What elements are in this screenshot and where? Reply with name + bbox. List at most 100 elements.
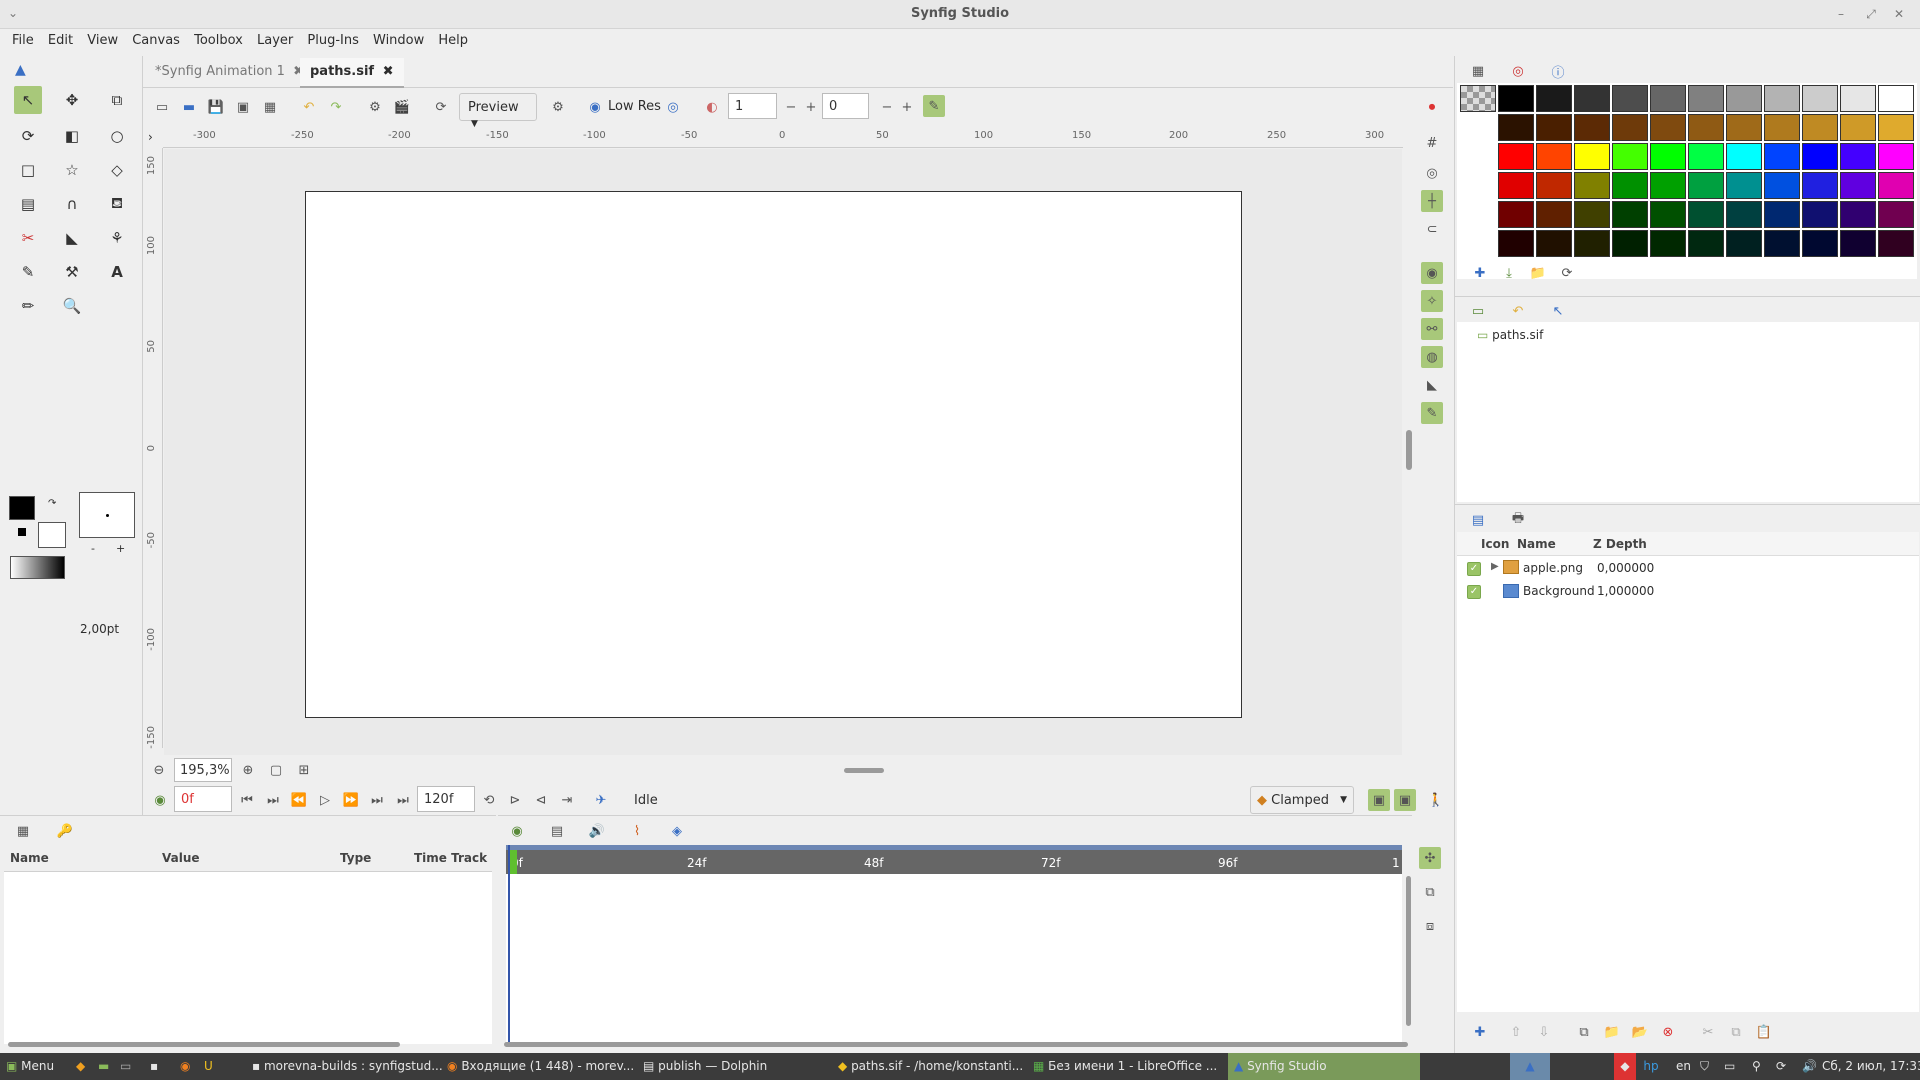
taskbar-item-editor[interactable]: ◆ paths.sif - /home/konstanti... [838,1053,1028,1080]
layer-name[interactable]: apple.png [1523,561,1583,575]
seek-end-icon[interactable]: ⏭ [392,789,414,811]
layer-row-background[interactable]: ✓ Background 1,000000 [1457,581,1919,603]
palette-swatch[interactable] [1840,230,1876,257]
brush-tool-icon[interactable]: ✏ [14,292,42,320]
palette-swatch[interactable] [1536,143,1572,170]
graphs-tab-icon[interactable]: ⌇ [626,820,648,842]
angle-handles-icon[interactable]: ✎ [1421,402,1443,424]
copy-layer-icon[interactable]: ⧉ [1725,1021,1747,1043]
palette-swatch[interactable] [1764,143,1800,170]
brush-size-decrease[interactable]: - [91,542,95,555]
low-res-label[interactable]: Low Res [608,99,661,114]
rectangle-tool-icon[interactable]: □ [14,156,42,184]
undo-icon[interactable]: ↶ [298,96,320,118]
skeleton-tool-icon[interactable]: ⚘ [103,224,131,252]
selection-tab-icon[interactable]: ↖ [1547,300,1569,322]
palette-swatch[interactable] [1536,201,1572,228]
future-decrease-button[interactable]: − [876,96,898,118]
prev-frame-icon[interactable]: ⏪ [288,789,310,811]
mirror-tool-icon[interactable]: ◧ [58,122,86,150]
tab-paths-sif[interactable]: paths.sif ✖ [300,58,404,88]
palette-swatch[interactable] [1536,230,1572,257]
palette-swatch[interactable] [1726,114,1762,141]
guides-icon[interactable]: ┼ [1421,190,1443,212]
palette-swatch[interactable] [1612,201,1648,228]
palette-swatch[interactable] [1840,172,1876,199]
scale-keys-icon[interactable]: ⧈ [1419,915,1441,937]
taskbar-item-libreoffice[interactable]: ▦ Без имени 1 - LibreOffice ... [1033,1053,1223,1080]
fill-tool-icon[interactable]: ⛾ [103,190,131,218]
menu-view[interactable]: View [82,29,123,48]
eyedropper-tool-icon[interactable]: ✎ [14,258,42,286]
brush-size-increase[interactable]: + [116,542,125,555]
menu-layer[interactable]: Layer [252,29,298,48]
palette-swatch[interactable] [1764,230,1800,257]
palette-swatch[interactable] [1650,85,1686,112]
brush-size-preview[interactable] [79,492,135,538]
tray-window-icon[interactable]: ▭ [1724,1053,1744,1080]
zoom-in-icon[interactable]: ⊕ [237,759,259,781]
taskbar-item-terminal[interactable]: ▪ morevna-builds : synfigstud... [252,1053,442,1080]
palette-swatch[interactable] [1536,172,1572,199]
render-icon[interactable]: 🎬 [391,96,413,118]
files-launcher-icon[interactable]: ▬ [98,1053,116,1080]
menu-edit[interactable]: Edit [43,29,78,48]
menu-window[interactable]: Window [368,29,429,48]
layers-tab-icon[interactable]: ▤ [1467,509,1489,531]
palette-swatch[interactable] [1574,114,1610,141]
col-layer-name[interactable]: Name [1517,537,1556,551]
palette-swatch[interactable] [1612,114,1648,141]
palette-swatch[interactable] [1612,143,1648,170]
col-icon[interactable]: Icon [1481,537,1509,551]
tray-volume-icon[interactable]: 🔊 [1802,1053,1822,1080]
palette-swatch[interactable] [1574,230,1610,257]
group-layer-button-icon[interactable]: 📁 [1601,1021,1623,1043]
vertical-scrollbar[interactable] [1406,430,1412,470]
transparent-swatch[interactable] [1460,85,1496,112]
timetrack-body[interactable] [506,874,1402,1044]
tab-synfig-animation-1[interactable]: *Synfig Animation 1 ✖ [155,64,304,79]
cutout-tool-icon[interactable]: ✂ [14,224,42,252]
smooth-move-tool-icon[interactable]: ✥ [58,86,86,114]
time-ruler[interactable]: 0f 24f 48f 72f 96f 1 [506,845,1402,874]
menu-help[interactable]: Help [433,29,473,48]
palette-swatch[interactable] [1878,201,1914,228]
palette-swatch[interactable] [1878,85,1914,112]
palette-swatch[interactable] [1764,114,1800,141]
palette-swatch[interactable] [1536,85,1572,112]
zoom-tool-icon[interactable]: 🔍 [58,292,86,320]
record-icon[interactable]: ⏺ [1421,96,1443,118]
palette-swatch[interactable] [1764,201,1800,228]
quality-icon[interactable]: ◎ [662,96,684,118]
taskbar-item-synfig[interactable]: ▲ Synfig Studio [1228,1053,1420,1080]
animation-mode-icon[interactable]: ✎ [923,95,945,117]
onion-past-field[interactable]: 1 [728,93,777,119]
tray-hp-icon[interactable]: hp [1640,1053,1662,1080]
params-scrollbar[interactable] [8,1042,400,1047]
work-area[interactable] [164,149,1402,755]
past-decrease-button[interactable]: − [780,96,802,118]
restore-icon[interactable]: ⤢ [1862,5,1880,23]
unity-launcher-icon[interactable]: U [204,1053,222,1080]
col-value[interactable]: Value [162,851,200,865]
zoom-fit-icon[interactable]: ▢ [265,759,287,781]
save-icon[interactable]: 💾 [205,96,227,118]
tray-update-icon[interactable]: ⟳ [1776,1053,1796,1080]
canvas[interactable] [305,191,1242,718]
spline-tool-icon[interactable]: ∩ [58,190,86,218]
menu-plugins[interactable]: Plug-Ins [302,29,363,48]
palette-swatch[interactable] [1574,201,1610,228]
text-tool-icon[interactable]: ⚒ [58,258,86,286]
seek-begin-icon[interactable]: ⏮ [236,789,258,811]
tray-language[interactable]: en [1676,1053,1696,1080]
palette-swatch[interactable] [1726,230,1762,257]
palette-swatch[interactable] [1650,172,1686,199]
palette-swatch[interactable] [1498,143,1534,170]
library-panel-tab-icon[interactable]: 🖶 [1507,509,1529,531]
reset-palette-icon[interactable]: ⟳ [1556,262,1578,284]
timetrack-vscrollbar[interactable] [1406,876,1411,1026]
bounds-end-icon[interactable]: ⊲ [530,789,552,811]
next-frame-icon[interactable]: ⏩ [340,789,362,811]
palette-swatch[interactable] [1650,230,1686,257]
outline-width-value[interactable]: 2,00pt [80,622,119,636]
